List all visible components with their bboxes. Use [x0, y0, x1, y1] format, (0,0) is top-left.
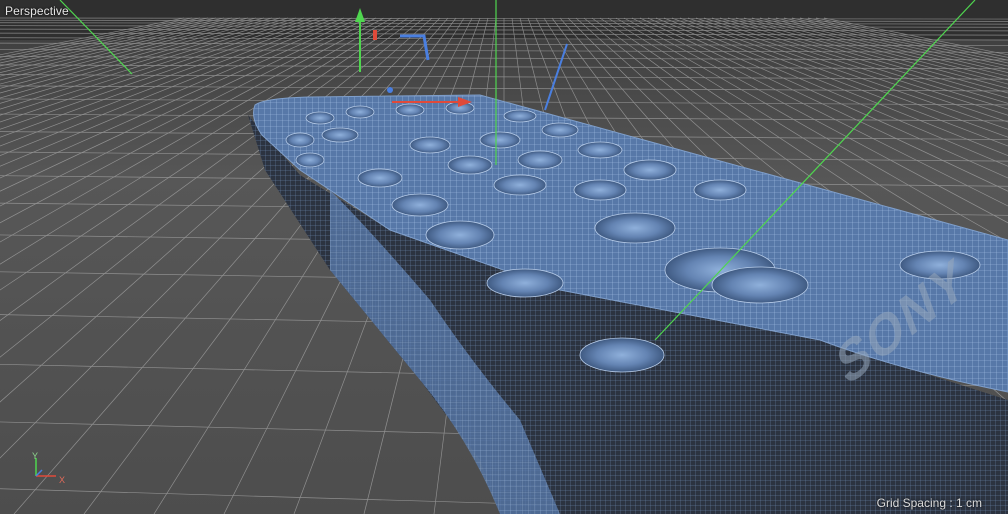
remote-button [573, 179, 627, 201]
remote-button [711, 266, 809, 304]
remote-button [623, 159, 677, 181]
remote-button [517, 150, 563, 170]
remote-button [486, 268, 564, 298]
remote-button [321, 127, 359, 143]
axis-y-label: Y [32, 451, 39, 461]
remote-button [395, 103, 425, 117]
remote-button [285, 132, 315, 148]
remote-button [447, 155, 493, 175]
remote-button [409, 136, 451, 154]
remote-button [579, 337, 665, 373]
remote-button [479, 131, 521, 149]
remote-button [391, 193, 449, 217]
remote-button [345, 105, 375, 119]
remote-button [357, 168, 403, 188]
axis-orientation-icon: Y X [26, 446, 76, 496]
viewport-title[interactable]: Perspective [5, 4, 69, 18]
remote-button [541, 122, 579, 138]
remote-button [503, 109, 537, 123]
remote-button [594, 212, 676, 244]
remote-button [295, 152, 325, 168]
grid-spacing-label: Grid Spacing : 1 cm [876, 496, 982, 510]
remote-button [577, 141, 623, 159]
remote-button [305, 111, 335, 125]
remote-button [493, 174, 547, 196]
axis-x-label: X [59, 475, 66, 485]
remote-button [425, 220, 495, 250]
3d-viewport[interactable]: Perspective SONY Grid Spacing : 1 cm Y X [0, 0, 1008, 514]
viewport-scene[interactable] [0, 0, 1008, 514]
remote-button [693, 179, 747, 201]
